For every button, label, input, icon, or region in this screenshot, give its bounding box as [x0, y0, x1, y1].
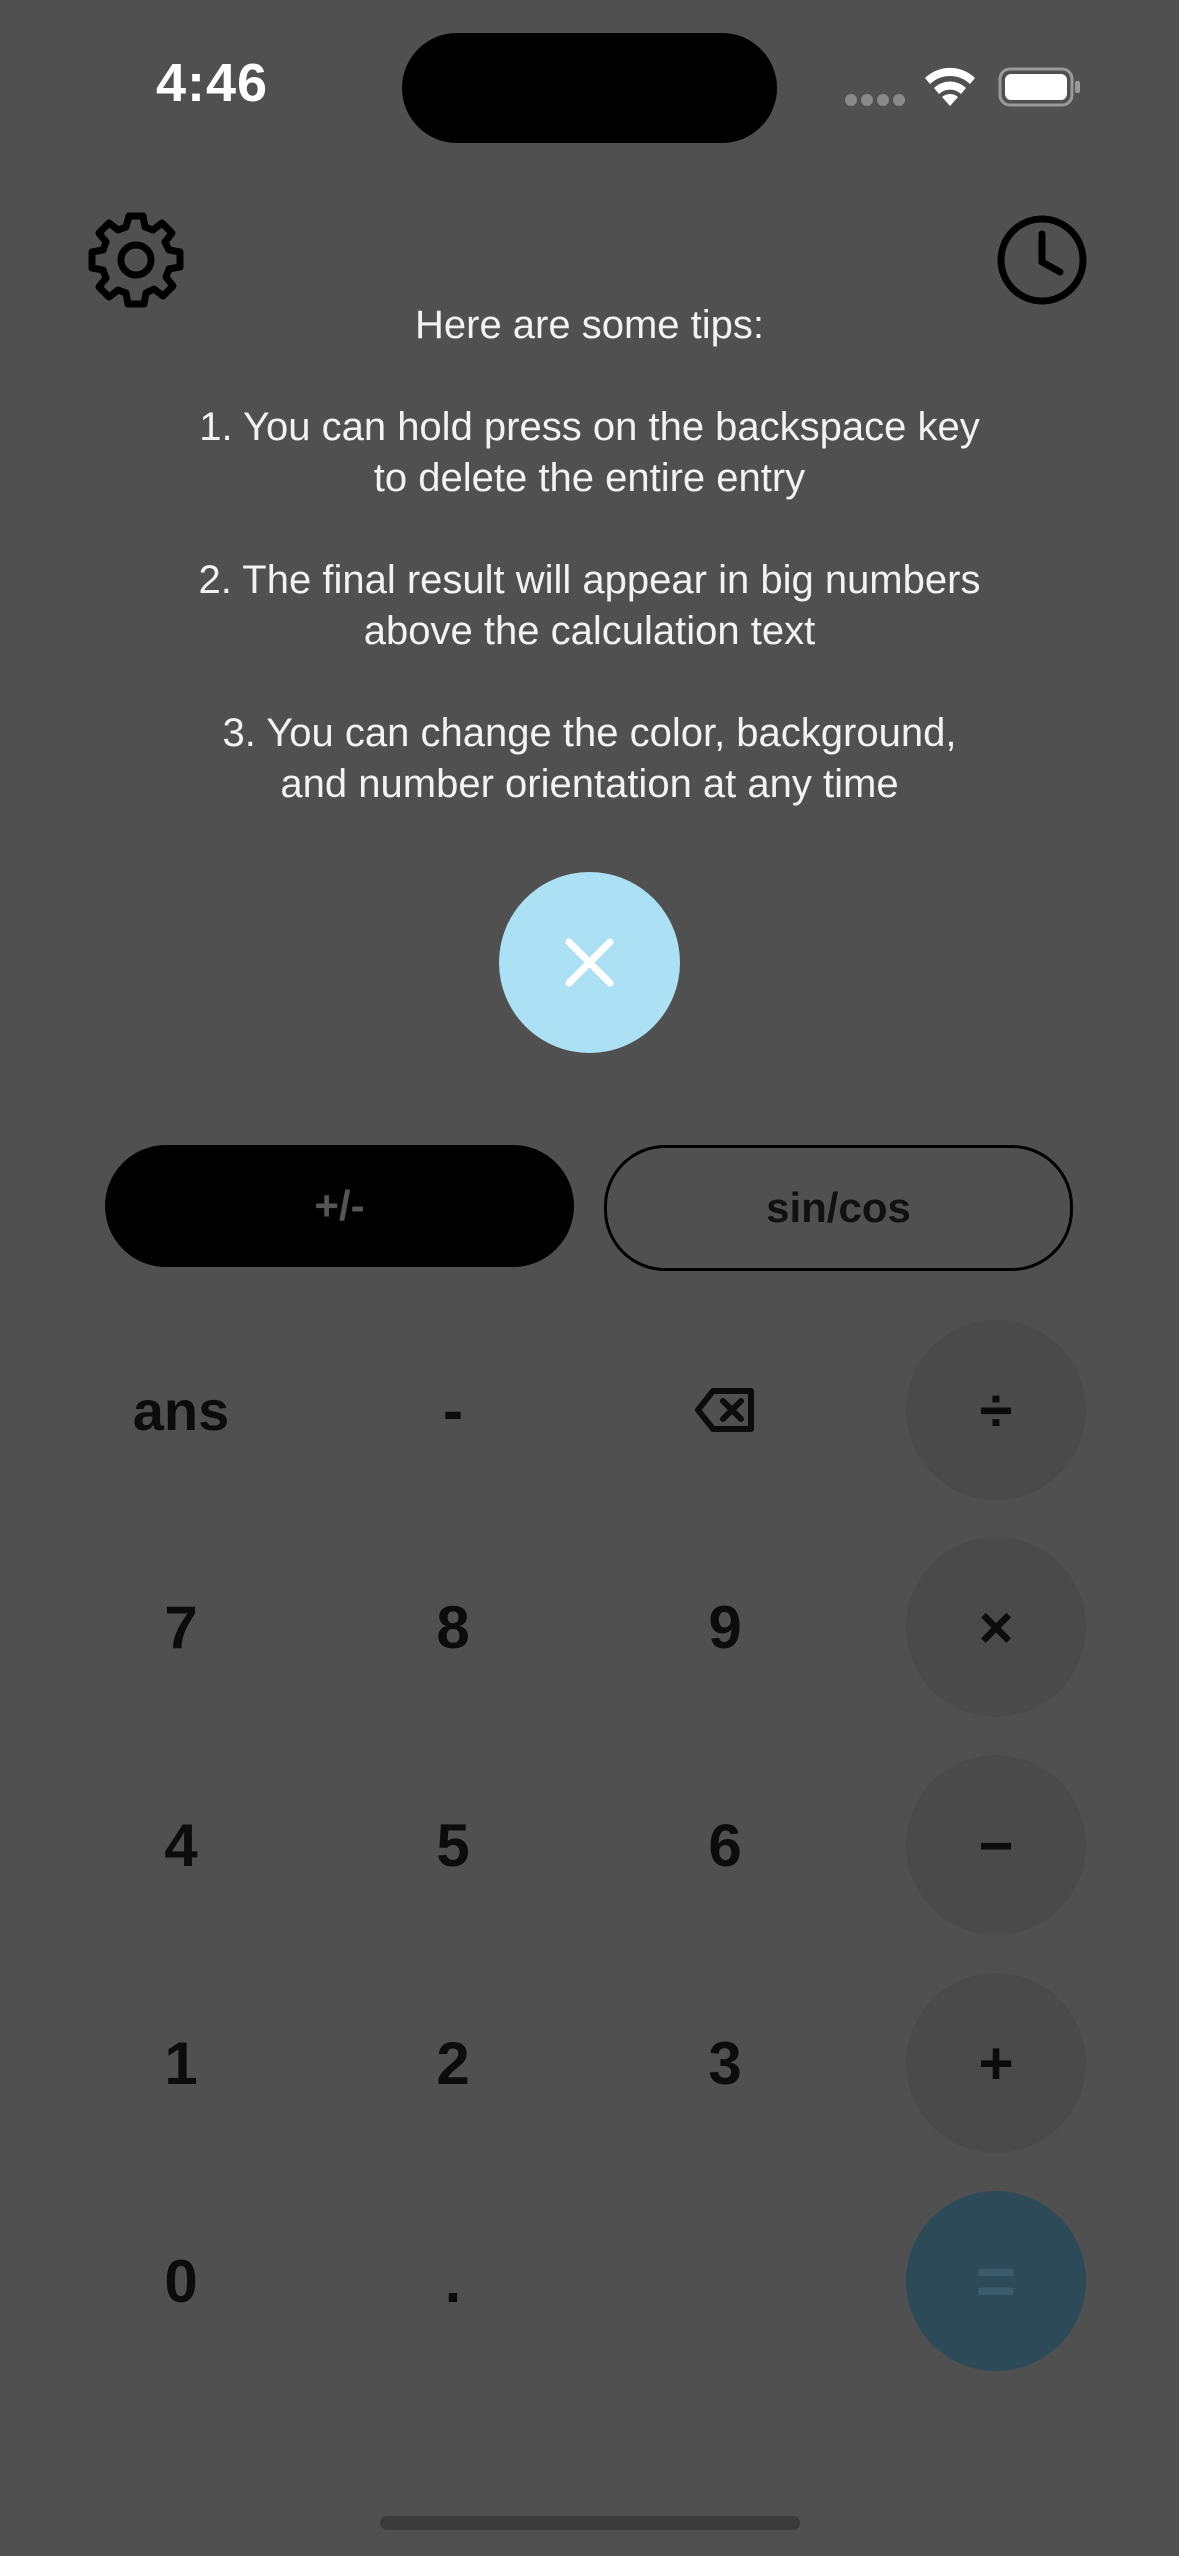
divide-key[interactable]: ÷ — [906, 1320, 1086, 1500]
close-tips-button[interactable] — [499, 872, 680, 1053]
cellular-signal-icon — [845, 94, 905, 106]
ans-key[interactable]: ans — [91, 1320, 271, 1500]
add-key[interactable]: + — [906, 1973, 1086, 2153]
tip-item: 3. You can change the color, background,… — [222, 711, 957, 806]
clock-icon — [997, 215, 1087, 305]
sin-cos-button[interactable]: sin/cos — [604, 1145, 1073, 1271]
battery-icon — [998, 67, 1080, 107]
multiply-key[interactable]: × — [906, 1537, 1086, 1717]
history-button[interactable] — [994, 212, 1090, 308]
tips-panel: Here are some tips: 1. You can hold pres… — [90, 300, 1089, 861]
wifi-icon — [925, 67, 975, 106]
calculator-screen: 4:46 Here are some tips: 1. You can hold… — [0, 0, 1179, 2556]
close-icon — [565, 938, 614, 987]
minus-sign-key[interactable]: - — [363, 1320, 543, 1500]
digit-8-key[interactable]: 8 — [363, 1537, 543, 1717]
digit-0-key[interactable]: 0 — [91, 2191, 271, 2371]
equals-key[interactable]: = — [906, 2191, 1086, 2371]
gear-icon — [88, 212, 184, 308]
digit-3-key[interactable]: 3 — [635, 1973, 815, 2153]
status-time: 4:46 — [156, 53, 269, 113]
plus-minus-button[interactable]: +/- — [105, 1145, 574, 1267]
home-indicator — [380, 2516, 800, 2530]
tip-item: 1. You can hold press on the backspace k… — [199, 405, 980, 500]
subtract-key[interactable]: − — [906, 1755, 1086, 1935]
digit-7-key[interactable]: 7 — [91, 1537, 271, 1717]
digit-4-key[interactable]: 4 — [91, 1755, 271, 1935]
digit-1-key[interactable]: 1 — [91, 1973, 271, 2153]
dynamic-island — [402, 33, 777, 143]
tip-item: 2. The final result will appear in big n… — [198, 558, 981, 653]
digit-5-key[interactable]: 5 — [363, 1755, 543, 1935]
backspace-key[interactable] — [635, 1320, 815, 1500]
settings-button[interactable] — [86, 210, 186, 310]
digit-6-key[interactable]: 6 — [635, 1755, 815, 1935]
digit-2-key[interactable]: 2 — [363, 1973, 543, 2153]
backspace-icon — [695, 1388, 754, 1432]
tips-heading: Here are some tips: — [414, 303, 765, 347]
digit-9-key[interactable]: 9 — [635, 1537, 815, 1717]
decimal-point-key[interactable]: . — [363, 2191, 543, 2371]
